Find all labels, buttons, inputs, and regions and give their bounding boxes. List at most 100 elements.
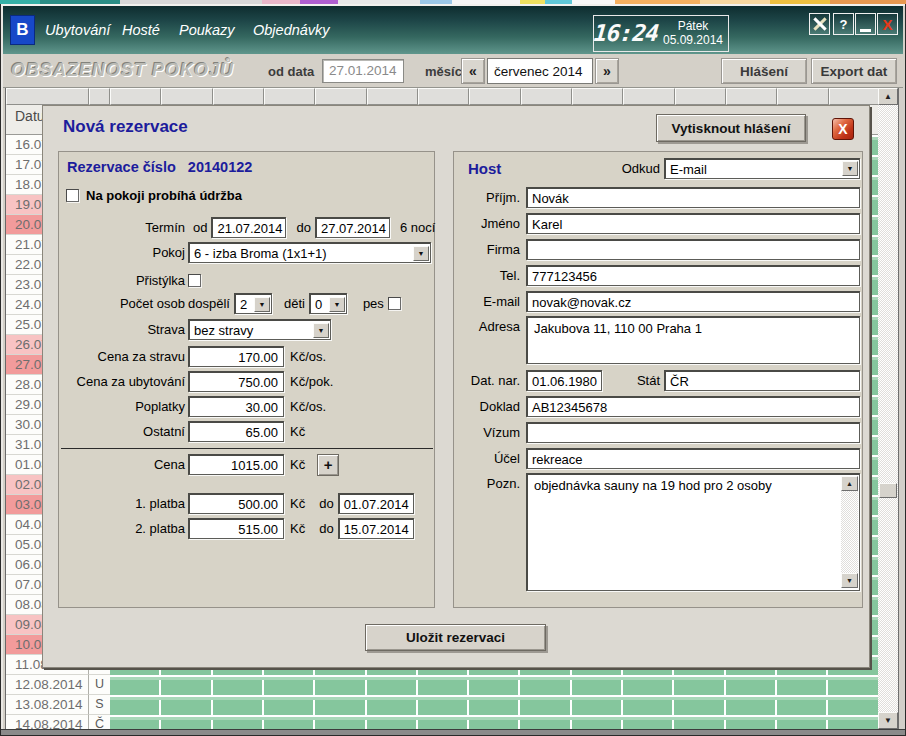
date-cell: 12.08.2014 [6,675,89,695]
grid-header-cell [110,88,161,105]
vertical-scrollbar[interactable]: ▲ ▼ [878,88,898,729]
platba2-do-input[interactable]: 15.07.2014 [338,518,414,539]
odkud-select[interactable]: E-mail ▼ [664,158,860,179]
ostatni-label: Ostatní [59,424,185,439]
deti-label: děti [284,296,305,311]
separator-line [61,448,433,449]
platba1-do-input[interactable]: 01.07.2014 [338,493,414,514]
odkud-label: Odkud [454,161,660,176]
add-payment-button[interactable]: + [317,454,339,476]
cena-input[interactable]: 1015.00 [188,454,284,475]
menu-hoste[interactable]: Hosté [122,22,160,38]
dropdown-arrow-icon[interactable]: ▼ [313,323,329,338]
tel-label: Tel. [454,268,520,283]
export-dat-button[interactable]: Export dat [811,58,897,84]
grid-header-cell [315,88,366,105]
termin-do-input[interactable]: 27.07.2014 [315,217,390,238]
dat-nar-input[interactable]: 01.06.1980 [526,370,602,391]
email-input[interactable]: novak@novak.cz [526,291,860,312]
close-dialog-button[interactable]: X [832,118,854,140]
print-report-button[interactable]: Vytisknout hlášení [656,114,806,142]
ucel-input[interactable]: rekreace [526,448,860,469]
doklad-label: Doklad [454,399,520,414]
platba1-label: 1. platba [59,496,185,511]
grid-header-cell [675,88,726,105]
day-letter-cell: U [89,675,110,695]
platba2-unit: Kč [290,521,305,536]
strava-select[interactable]: bez stravy ▼ [188,319,331,340]
grid-header-cell [777,88,828,105]
adresa-label: Adresa [454,316,520,334]
window-frame [898,88,905,729]
adresa-textarea[interactable]: Jakubova 11, 110 00 Praha 1 [526,316,860,364]
host-panel: Host Odkud E-mail ▼ Příjm. Novák Jméno K… [453,151,863,608]
day-letter-cell: S [89,695,110,715]
vizum-input[interactable] [526,422,860,443]
tools-button[interactable] [809,13,830,35]
menu-objednavky[interactable]: Objednávky [253,22,330,38]
prev-month-button[interactable]: « [461,58,485,84]
platba2-input[interactable]: 515.00 [188,518,284,539]
month-input[interactable]: červenec 2014 [487,58,593,84]
doklad-input[interactable]: AB12345678 [526,396,860,417]
dropdown-arrow-icon[interactable]: ▼ [842,161,858,176]
menu-poukazy[interactable]: Poukazy [179,22,235,38]
pozn-scrollbar[interactable]: ▲ ▼ [841,476,858,588]
grid-header-cell [213,88,264,105]
help-button[interactable]: ? [833,13,854,35]
jmeno-input[interactable]: Karel [526,213,860,234]
firma-input[interactable] [526,239,860,260]
grid-header-cell [726,88,777,105]
reservation-number: Rezervace číslo20140122 [67,159,252,175]
cena-unit: Kč [290,457,305,472]
prijmeni-input[interactable]: Novák [526,187,860,208]
platba1-input[interactable]: 500.00 [188,493,284,514]
page-title: OBSAZENOST POKOJŮ [11,60,234,81]
dospeli-select[interactable]: 2 ▼ [234,293,272,314]
termin-od-input[interactable]: 21.07.2014 [211,217,286,238]
cena-strava-input[interactable]: 170.00 [188,346,284,367]
termin-label: Termín [59,220,185,235]
pes-checkbox[interactable] [388,297,401,310]
cena-label: Cena [59,457,185,472]
menu-ubytovani[interactable]: Ubytování [45,22,110,38]
next-month-button[interactable]: » [595,58,619,84]
pristylka-checkbox[interactable] [188,274,201,287]
pozn-scroll-down-button[interactable]: ▼ [841,573,858,588]
clock-day: Pátek [658,19,728,33]
pozn-textarea[interactable]: objednávka sauny na 19 hod pro 2 osoby ▲… [526,473,860,591]
maintenance-checkbox[interactable] [66,189,79,202]
cena-ubytovani-input[interactable]: 750.00 [188,371,284,392]
od-data-input[interactable]: 27.01.2014 [322,59,404,83]
minimize-button[interactable] [855,13,876,35]
grid-header-cell [367,88,418,105]
grid-header-cell [264,88,315,105]
stat-input[interactable]: ČR [664,370,860,391]
ucel-label: Účel [454,451,520,466]
deti-select[interactable]: 0 ▼ [309,293,347,314]
dropdown-arrow-icon[interactable]: ▼ [329,297,345,312]
poplatky-input[interactable]: 30.00 [188,396,284,417]
app-logo: B [10,15,35,45]
scroll-down-button[interactable]: ▼ [878,712,898,729]
scrollbar-track[interactable] [878,105,898,712]
save-reservation-button[interactable]: Uložit rezervaci [365,624,546,651]
scrollbar-thumb[interactable] [879,483,897,498]
scroll-up-button[interactable]: ▲ [878,88,898,105]
do-label: do [296,220,310,235]
ostatni-input[interactable]: 65.00 [188,421,284,442]
pozn-scrollbar-track[interactable] [841,491,858,573]
grid-header-cell [623,88,674,105]
new-reservation-dialog: Nová rezervace Vytisknout hlášení X Reze… [42,105,870,668]
dat-nar-label: Dat. nar. [454,373,520,388]
dropdown-arrow-icon[interactable]: ▼ [413,246,429,261]
pozn-scroll-up-button[interactable]: ▲ [841,476,858,491]
pokoj-select[interactable]: 6 - izba Broma (1x1+1) ▼ [188,242,431,263]
close-window-button[interactable]: X [877,13,898,35]
grid-header-cell [469,88,520,105]
platba2-do-label: do [319,521,333,536]
minimize-icon [860,29,871,32]
dropdown-arrow-icon[interactable]: ▼ [254,297,270,312]
tel-input[interactable]: 777123456 [526,265,860,286]
hlaseni-button[interactable]: Hlášení [721,58,807,84]
